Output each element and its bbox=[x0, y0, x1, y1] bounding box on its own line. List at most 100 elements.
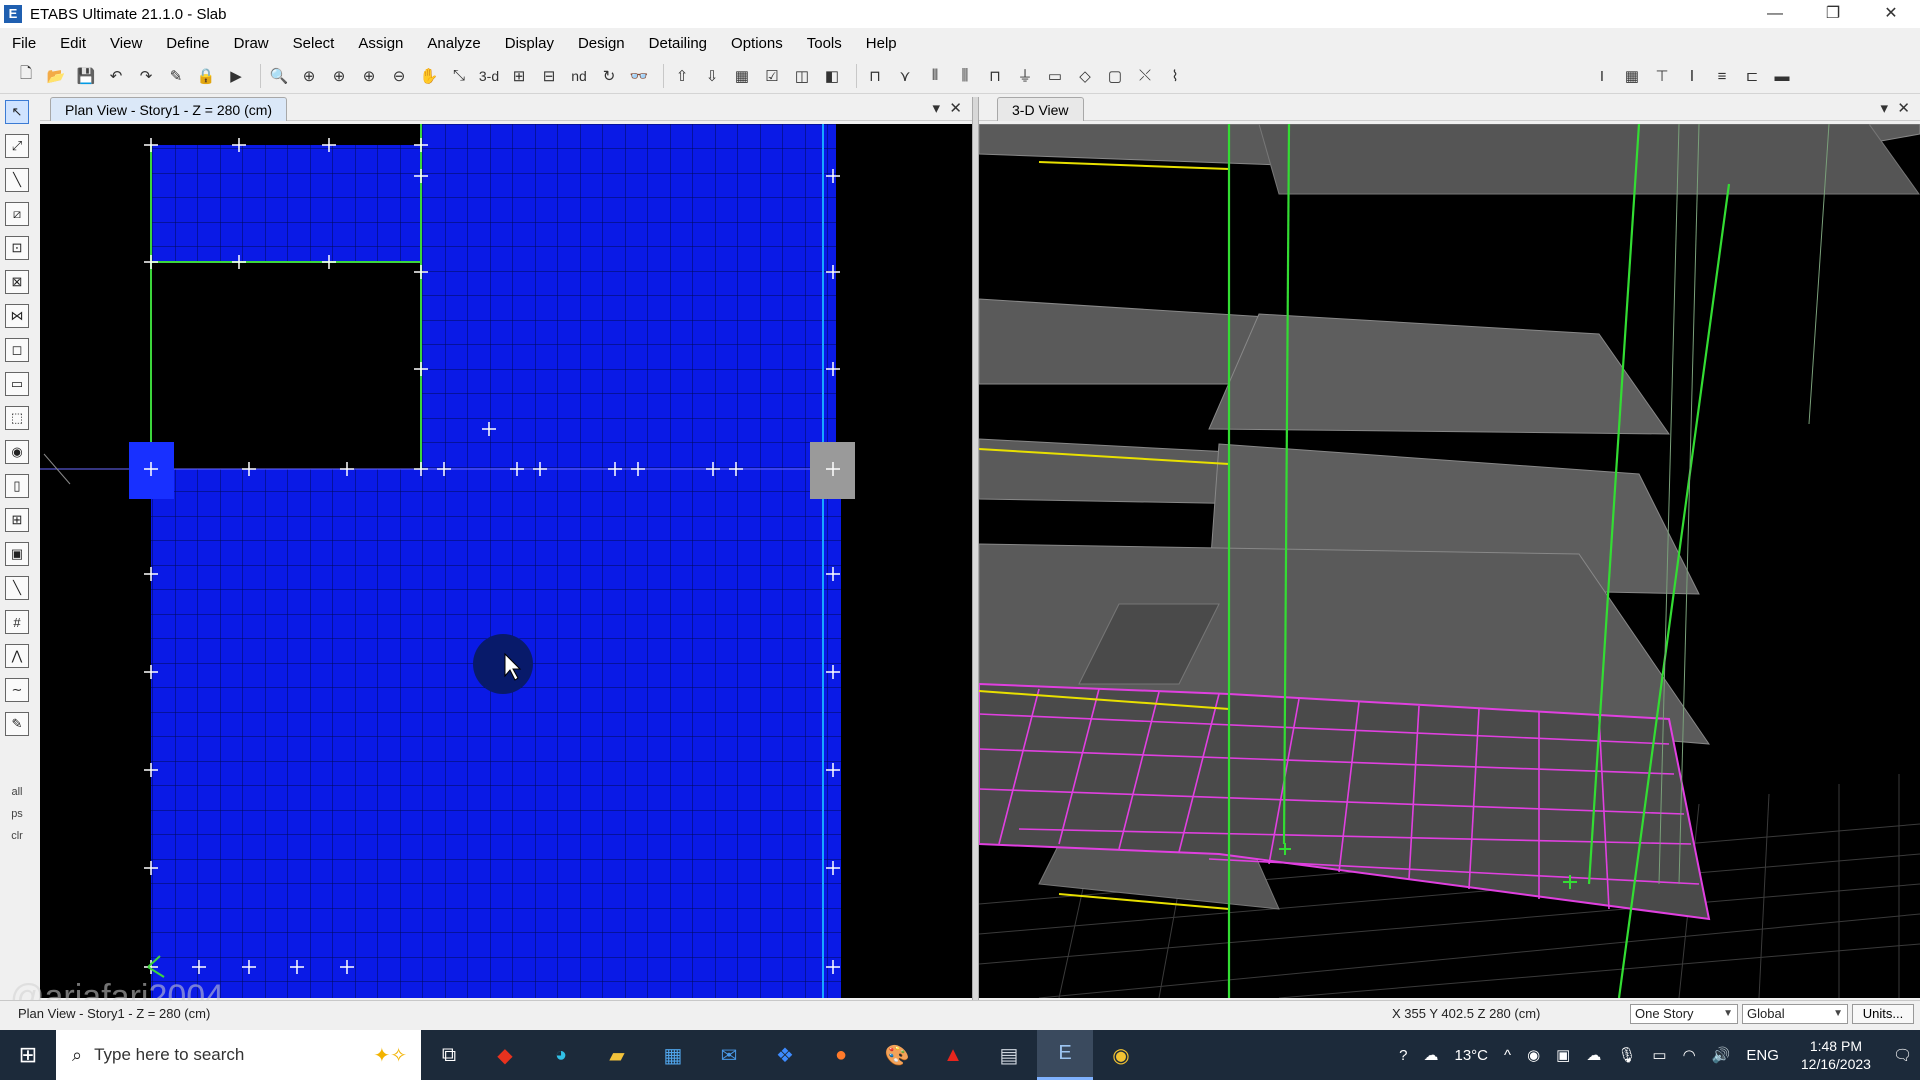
move-down-icon[interactable]: ⇩ bbox=[700, 64, 724, 88]
camera-icon[interactable]: ▣ bbox=[1556, 1046, 1570, 1064]
pointer-tool-icon[interactable]: ↖ bbox=[5, 100, 29, 124]
zoom-window-icon[interactable]: 🔍 bbox=[267, 64, 291, 88]
previous-selection-label[interactable]: ps bbox=[11, 808, 23, 820]
rotate-view-icon[interactable]: ↻ bbox=[597, 64, 621, 88]
zoom-extents-icon[interactable]: ⊕ bbox=[297, 64, 321, 88]
edge-browser-icon[interactable]: ◕ bbox=[533, 1030, 589, 1080]
menu-draw[interactable]: Draw bbox=[222, 35, 281, 52]
tab-3d-view[interactable]: 3-D View bbox=[997, 97, 1084, 121]
draw-link-icon[interactable]: ╲ bbox=[5, 576, 29, 600]
open-file-icon[interactable]: 📂 bbox=[44, 64, 68, 88]
slab-floor-4-right[interactable] bbox=[1258, 124, 1920, 195]
menu-assign[interactable]: Assign bbox=[346, 35, 415, 52]
brace-icon[interactable]: ⋎ bbox=[893, 64, 917, 88]
weather-icon[interactable]: ☁ bbox=[1424, 1046, 1439, 1064]
spring-icon[interactable]: ⌇ bbox=[1163, 64, 1187, 88]
wifi-icon[interactable]: ◠ bbox=[1683, 1046, 1696, 1064]
draw-floor-icon[interactable]: ◻ bbox=[5, 338, 29, 362]
frame-icon[interactable]: ⊓ bbox=[863, 64, 887, 88]
joist-icon[interactable]: ≡ bbox=[1710, 64, 1734, 88]
calculator-icon[interactable]: ▤ bbox=[981, 1030, 1037, 1080]
set-display-options-icon[interactable]: ☑ bbox=[760, 64, 784, 88]
plan-view-close-icon[interactable]: ✕ bbox=[949, 97, 962, 121]
taskbar-search-box[interactable]: ⌕ Type here to search ✦✧ bbox=[56, 1030, 421, 1080]
deck-icon[interactable]: ◇ bbox=[1073, 64, 1097, 88]
wall-icon[interactable]: ⊓ bbox=[983, 64, 1007, 88]
menu-options[interactable]: Options bbox=[719, 35, 795, 52]
draw-tendon-icon[interactable]: ⋀ bbox=[5, 644, 29, 668]
object-shrink-icon[interactable]: ▦ bbox=[730, 64, 754, 88]
acrobat-icon[interactable]: ▲ bbox=[925, 1030, 981, 1080]
menu-display[interactable]: Display bbox=[493, 35, 566, 52]
show-undeformed-icon[interactable]: ◫ bbox=[790, 64, 814, 88]
opening-icon[interactable]: ▢ bbox=[1103, 64, 1127, 88]
perspective-icon[interactable]: 👓 bbox=[627, 64, 651, 88]
battery-icon[interactable]: ▭ bbox=[1652, 1046, 1666, 1064]
composite-beam-icon[interactable]: ⊤ bbox=[1650, 64, 1674, 88]
units-button[interactable]: Units... bbox=[1852, 1003, 1914, 1024]
dropbox-icon[interactable]: ❖ bbox=[757, 1030, 813, 1080]
select-all-label[interactable]: all bbox=[11, 786, 22, 798]
menu-file[interactable]: File bbox=[0, 35, 48, 52]
view-3d-button[interactable]: 3-d bbox=[477, 64, 501, 88]
zoom-in-step-icon[interactable]: ⊕ bbox=[357, 64, 381, 88]
design-frame-icon[interactable]: I bbox=[1590, 64, 1614, 88]
menu-help[interactable]: Help bbox=[854, 35, 909, 52]
menu-tools[interactable]: Tools bbox=[795, 35, 854, 52]
draw-column-icon[interactable]: ⊡ bbox=[5, 236, 29, 260]
plan-view-dropdown-icon[interactable]: ▾ bbox=[932, 97, 940, 121]
system-clock[interactable]: 1:48 PM 12/16/2023 bbox=[1801, 1037, 1871, 1073]
chrome-icon[interactable]: ◉ bbox=[1093, 1030, 1149, 1080]
zoom-in-icon[interactable]: ⊕ bbox=[327, 64, 351, 88]
mail-icon[interactable]: ✉ bbox=[701, 1030, 757, 1080]
view-3d-dropdown-icon[interactable]: ▾ bbox=[1880, 97, 1888, 121]
link-icon[interactable]: ⤬ bbox=[1133, 64, 1157, 88]
reshape-tool-icon[interactable]: ⤢ bbox=[5, 134, 29, 158]
view-splitter[interactable] bbox=[972, 97, 979, 1000]
windows-start-icon[interactable]: ⊞ bbox=[0, 1030, 56, 1080]
undo-icon[interactable]: ↶ bbox=[104, 64, 128, 88]
draw-opening-icon[interactable]: ▣ bbox=[5, 542, 29, 566]
restore-button[interactable]: ❐ bbox=[1804, 0, 1862, 28]
zoom-out-icon[interactable]: ⊖ bbox=[387, 64, 411, 88]
draw-curve-icon[interactable]: ∼ bbox=[5, 678, 29, 702]
pencil-icon[interactable]: ✎ bbox=[164, 64, 188, 88]
volume-icon[interactable]: 🔊 bbox=[1712, 1046, 1731, 1064]
draw-dimension-icon[interactable]: ✎ bbox=[5, 712, 29, 736]
run-analysis-icon[interactable]: ▶ bbox=[224, 64, 248, 88]
plan-view-canvas[interactable] bbox=[40, 124, 972, 998]
minimize-button[interactable]: — bbox=[1746, 0, 1804, 28]
menu-detailing[interactable]: Detailing bbox=[637, 35, 719, 52]
menu-define[interactable]: Define bbox=[154, 35, 221, 52]
close-button[interactable]: ✕ bbox=[1862, 0, 1920, 28]
draw-point-icon[interactable]: ◉ bbox=[5, 440, 29, 464]
tab-plan-view[interactable]: Plan View - Story1 - Z = 280 (cm) bbox=[50, 97, 288, 121]
slab-floor-3[interactable] bbox=[1208, 313, 1670, 435]
elevation-view-icon[interactable]: ⊟ bbox=[537, 64, 561, 88]
support-icon[interactable]: ⏚ bbox=[1013, 64, 1037, 88]
coordinate-system-selector[interactable]: Global ▼ bbox=[1742, 1003, 1848, 1024]
chevron-up-icon[interactable]: ^ bbox=[1504, 1047, 1511, 1064]
paint-icon[interactable]: 🎨 bbox=[869, 1030, 925, 1080]
menu-edit[interactable]: Edit bbox=[48, 35, 98, 52]
story-selector[interactable]: One Story ▼ bbox=[1630, 1003, 1738, 1024]
slab-icon[interactable]: ▭ bbox=[1043, 64, 1067, 88]
app-red-diamond-icon[interactable]: ◆ bbox=[477, 1030, 533, 1080]
view-3d-drawing[interactable] bbox=[979, 124, 1920, 998]
language-indicator[interactable]: ENG bbox=[1746, 1047, 1779, 1064]
view-3d-close-icon[interactable]: ✕ bbox=[1897, 97, 1910, 121]
draw-line-icon[interactable]: ╲ bbox=[5, 168, 29, 192]
shear-wall-icon[interactable]: ⊏ bbox=[1740, 64, 1764, 88]
design-grid-icon[interactable]: ▦ bbox=[1620, 64, 1644, 88]
slab-design-icon[interactable]: ▬ bbox=[1770, 64, 1794, 88]
menu-view[interactable]: View bbox=[98, 35, 154, 52]
cloud-sync-icon[interactable]: ☁ bbox=[1586, 1046, 1601, 1064]
steel-column-icon[interactable]: Ⅰ bbox=[1680, 64, 1704, 88]
task-view-icon[interactable]: ⧉ bbox=[421, 1030, 477, 1080]
show-forces-icon[interactable]: ◧ bbox=[820, 64, 844, 88]
record-icon[interactable]: ◉ bbox=[1527, 1046, 1540, 1064]
file-explorer-icon[interactable]: ▰ bbox=[589, 1030, 645, 1080]
firefox-icon[interactable]: ● bbox=[813, 1030, 869, 1080]
plan-view-drawing[interactable] bbox=[40, 124, 972, 998]
move-up-icon[interactable]: ⇧ bbox=[670, 64, 694, 88]
